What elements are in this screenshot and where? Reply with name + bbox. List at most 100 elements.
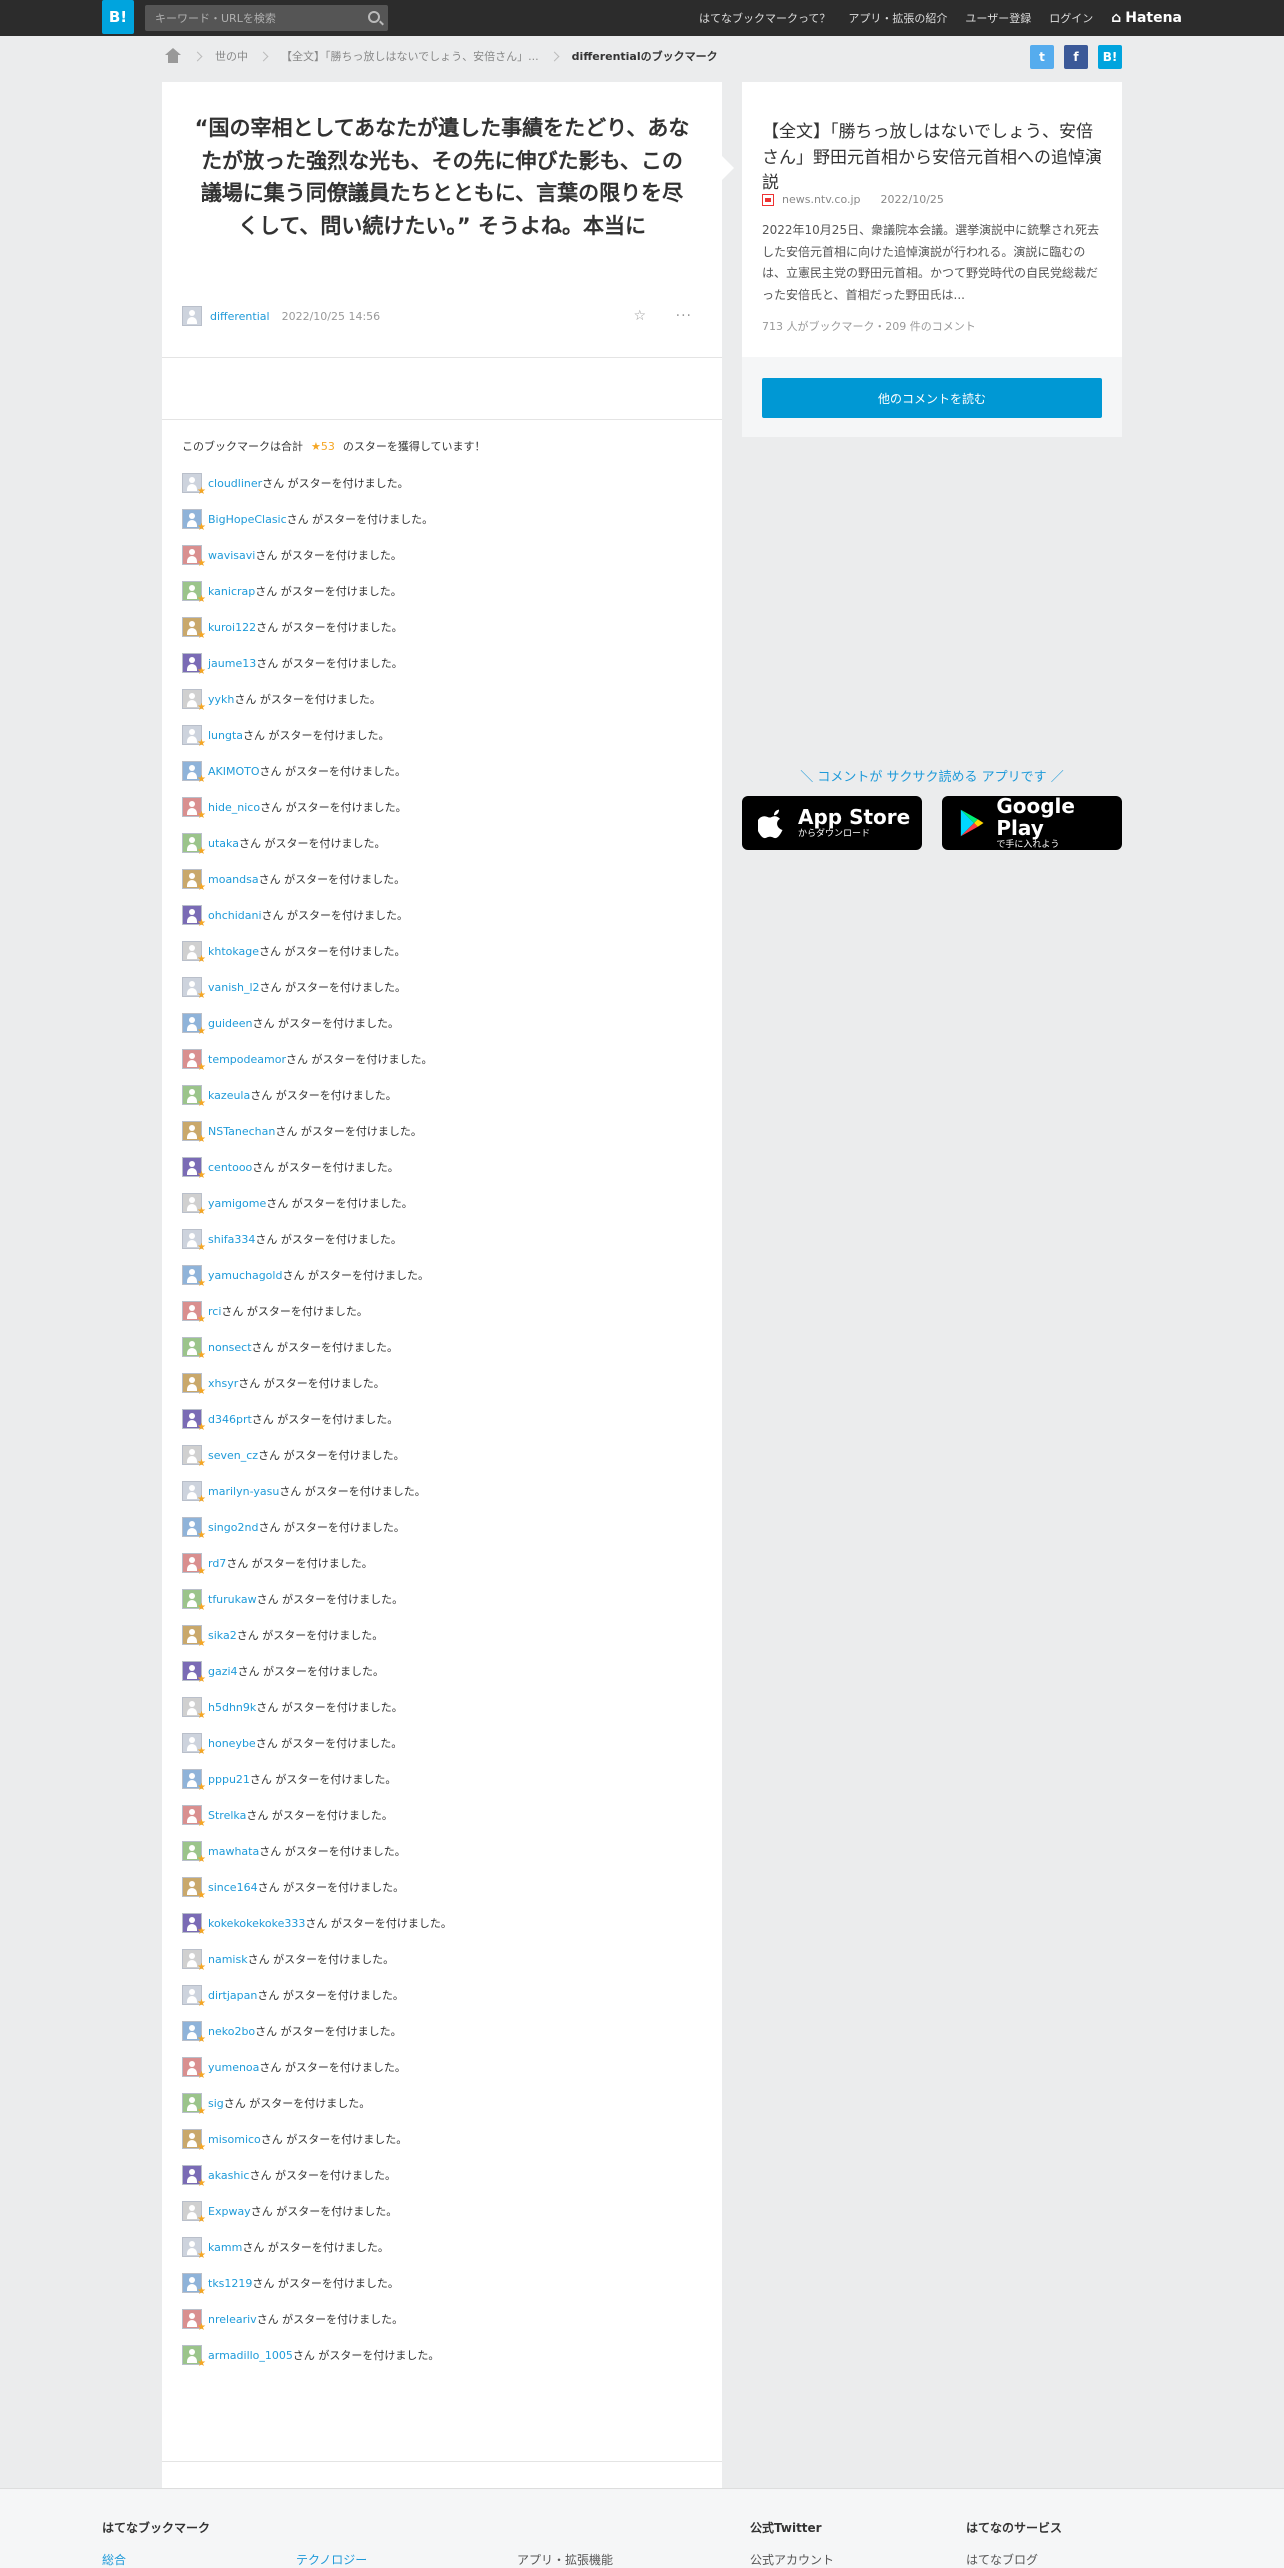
- avatar[interactable]: ★: [182, 2165, 206, 2189]
- avatar[interactable]: ★: [182, 2273, 206, 2297]
- google-play-button[interactable]: Google Play で手に入れよう: [942, 795, 1122, 850]
- footer-link-official-account[interactable]: 公式アカウント: [750, 2551, 834, 2568]
- avatar[interactable]: ★: [182, 1085, 206, 1109]
- nav-login[interactable]: ログイン: [1049, 10, 1093, 26]
- avatar[interactable]: ★: [182, 1229, 206, 1253]
- avatar[interactable]: ★: [182, 1517, 206, 1541]
- star-user-link[interactable]: mawhata: [208, 1845, 259, 1858]
- star-user-link[interactable]: kanicrap: [208, 585, 255, 598]
- star-user-link[interactable]: singo2nd: [208, 1521, 258, 1534]
- entry-domain[interactable]: news.ntv.co.jp: [782, 193, 861, 206]
- avatar[interactable]: ★: [182, 2021, 206, 2045]
- star-user-link[interactable]: h5dhn9k: [208, 1701, 256, 1714]
- nav-register[interactable]: ユーザー登録: [965, 10, 1031, 26]
- breadcrumb-entry[interactable]: 【全文】「勝ちっ放しはないでしょう、安倍さん」...: [281, 48, 539, 64]
- star-user-link[interactable]: yykh: [208, 693, 234, 706]
- star-user-link[interactable]: cloudliner: [208, 477, 262, 490]
- avatar[interactable]: ★: [182, 1733, 206, 1757]
- avatar[interactable]: ★: [182, 761, 206, 785]
- avatar[interactable]: ★: [182, 2309, 206, 2333]
- avatar[interactable]: ★: [182, 1193, 206, 1217]
- star-user-link[interactable]: kazeula: [208, 1089, 250, 1102]
- star-user-link[interactable]: rci: [208, 1305, 221, 1318]
- home-icon[interactable]: [164, 48, 182, 64]
- facebook-share-icon[interactable]: f: [1064, 45, 1088, 69]
- star-user-link[interactable]: yumenoa: [208, 2061, 259, 2074]
- nav-apps[interactable]: アプリ・拡張の紹介: [848, 10, 947, 26]
- read-more-comments-button[interactable]: 他のコメントを読む: [762, 378, 1102, 418]
- avatar[interactable]: ★: [182, 2057, 206, 2081]
- star-user-link[interactable]: nonsect: [208, 1341, 252, 1354]
- star-user-link[interactable]: nreleariv: [208, 2313, 257, 2326]
- avatar[interactable]: ★: [182, 2237, 206, 2261]
- avatar[interactable]: ★: [182, 1157, 206, 1181]
- star-user-link[interactable]: dirtjapan: [208, 1989, 257, 2002]
- star-user-link[interactable]: gazi4: [208, 1665, 238, 1678]
- twitter-share-icon[interactable]: t: [1030, 45, 1054, 69]
- avatar[interactable]: ★: [182, 1625, 206, 1649]
- star-user-link[interactable]: wavisavi: [208, 549, 255, 562]
- footer-link-hatena-blog[interactable]: はてなブログ: [966, 2551, 1038, 2568]
- star-user-link[interactable]: sig: [208, 2097, 224, 2110]
- star-user-link[interactable]: armadillo_1005: [208, 2349, 293, 2362]
- avatar[interactable]: ★: [182, 1409, 206, 1433]
- more-menu-icon[interactable]: ···: [676, 308, 692, 324]
- avatar[interactable]: ★: [182, 1661, 206, 1685]
- star-user-link[interactable]: kokekokekoke333: [208, 1917, 305, 1930]
- footer-link-technology[interactable]: テクノロジー: [296, 2551, 367, 2568]
- star-user-link[interactable]: hide_nico: [208, 801, 260, 814]
- star-user-link[interactable]: utaka: [208, 837, 239, 850]
- app-store-button[interactable]: App Store からダウンロード: [742, 796, 922, 850]
- avatar[interactable]: ★: [182, 1877, 206, 1901]
- star-user-link[interactable]: khtokage: [208, 945, 259, 958]
- star-user-link[interactable]: kuroi122: [208, 621, 256, 634]
- avatar[interactable]: ★: [182, 1913, 206, 1937]
- avatar[interactable]: ★: [182, 1589, 206, 1613]
- star-user-link[interactable]: seven_cz: [208, 1449, 258, 1462]
- avatar[interactable]: ★: [182, 1949, 206, 1973]
- avatar[interactable]: ★: [182, 473, 206, 497]
- star-user-link[interactable]: Expway: [208, 2205, 251, 2218]
- star-user-link[interactable]: d346prt: [208, 1413, 252, 1426]
- avatar[interactable]: ★: [182, 2129, 206, 2153]
- avatar[interactable]: ★: [182, 1841, 206, 1865]
- avatar[interactable]: ★: [182, 617, 206, 641]
- avatar[interactable]: ★: [182, 905, 206, 929]
- star-user-link[interactable]: guideen: [208, 1017, 253, 1030]
- star-user-link[interactable]: shifa334: [208, 1233, 255, 1246]
- star-user-link[interactable]: neko2bo: [208, 2025, 255, 2038]
- star-user-link[interactable]: xhsyr: [208, 1377, 238, 1390]
- bookmark-user-link[interactable]: differential: [210, 310, 270, 323]
- avatar[interactable]: ★: [182, 977, 206, 1001]
- star-user-link[interactable]: NSTanechan: [208, 1125, 275, 1138]
- star-user-link[interactable]: AKIMOTO: [208, 765, 260, 778]
- avatar[interactable]: ★: [182, 725, 206, 749]
- star-user-link[interactable]: tfurukaw: [208, 1593, 257, 1606]
- star-user-link[interactable]: yamigome: [208, 1197, 266, 1210]
- avatar[interactable]: ★: [182, 509, 206, 533]
- avatar[interactable]: ★: [182, 797, 206, 821]
- star-user-link[interactable]: akashic: [208, 2169, 249, 2182]
- avatar[interactable]: ★: [182, 1265, 206, 1289]
- star-user-link[interactable]: namisk: [208, 1953, 248, 1966]
- footer-link-all[interactable]: 総合: [102, 2551, 126, 2568]
- star-user-link[interactable]: jaume13: [208, 657, 256, 670]
- star-user-link[interactable]: tks1219: [208, 2277, 252, 2290]
- avatar[interactable]: ★: [182, 1697, 206, 1721]
- avatar[interactable]: ★: [182, 1337, 206, 1361]
- hatena-brand-link[interactable]: ⌂ Hatena: [1111, 10, 1182, 26]
- star-user-link[interactable]: ohchidani: [208, 909, 262, 922]
- breadcrumb-category[interactable]: 世の中: [215, 48, 248, 64]
- avatar[interactable]: ★: [182, 1481, 206, 1505]
- star-user-link[interactable]: Strelka: [208, 1809, 246, 1822]
- avatar[interactable]: ★: [182, 1373, 206, 1397]
- avatar[interactable]: ★: [182, 941, 206, 965]
- star-user-link[interactable]: rd7: [208, 1557, 226, 1570]
- add-star-icon[interactable]: ☆: [633, 308, 646, 324]
- entry-counts[interactable]: 713 人がブックマーク・209 件のコメント: [762, 318, 976, 334]
- avatar[interactable]: ★: [182, 545, 206, 569]
- avatar[interactable]: ★: [182, 689, 206, 713]
- avatar[interactable]: ★: [182, 1445, 206, 1469]
- star-user-link[interactable]: yamuchagold: [208, 1269, 282, 1282]
- nav-about[interactable]: はてなブックマークって？: [699, 10, 830, 26]
